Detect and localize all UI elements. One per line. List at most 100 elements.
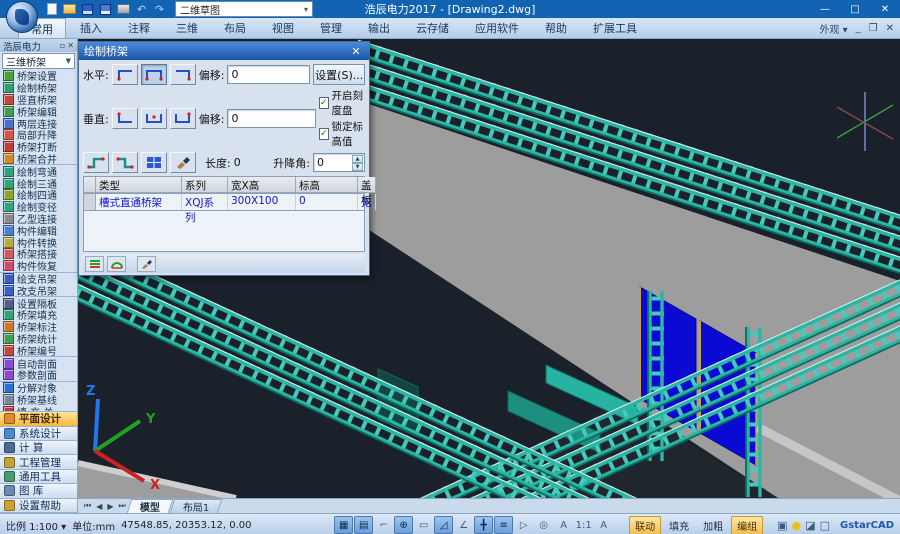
- step-up-button[interactable]: [83, 152, 109, 173]
- save-icon[interactable]: [80, 2, 95, 16]
- table-header-cell[interactable]: 类型: [96, 177, 182, 193]
- minimize-button[interactable]: —: [810, 0, 840, 18]
- maximize-button[interactable]: □: [840, 0, 870, 18]
- ribbon-tab[interactable]: 应用软件: [463, 18, 531, 38]
- palette-pin-icon[interactable]: ▫: [60, 41, 65, 50]
- offset-h-input[interactable]: 0: [227, 65, 310, 84]
- palette-close-icon[interactable]: ✕: [67, 41, 74, 50]
- grid-icon[interactable]: ▤: [354, 516, 373, 534]
- ribbon-tab[interactable]: 扩展工具: [581, 18, 649, 38]
- status-toggle[interactable]: 加粗: [697, 516, 729, 534]
- ortho-icon[interactable]: ⌐: [374, 516, 393, 534]
- open-file-icon[interactable]: [62, 2, 77, 16]
- fullscreen-icon[interactable]: □: [820, 519, 830, 532]
- next-tab-icon[interactable]: ▶: [105, 502, 115, 511]
- osnap-3d-icon[interactable]: ◿: [434, 516, 453, 534]
- cell-elevation[interactable]: 0: [296, 194, 358, 210]
- ribbon-tab[interactable]: 布局: [212, 18, 258, 38]
- clean-screen-icon[interactable]: ◪: [805, 519, 815, 532]
- doc-minimize-button[interactable]: _: [856, 23, 861, 34]
- table-header-cell[interactable]: 宽X高: [228, 177, 296, 193]
- table-header-cell[interactable]: 标高: [296, 177, 358, 193]
- palette-category[interactable]: 平面设计: [0, 411, 77, 426]
- step-down-button[interactable]: [112, 152, 138, 173]
- table-header-cell[interactable]: 系列: [182, 177, 228, 193]
- last-tab-icon[interactable]: ⏭: [117, 501, 128, 511]
- palette-item[interactable]: 改支吊架: [0, 284, 77, 296]
- redo-icon[interactable]: ↷: [152, 2, 167, 16]
- undo-icon[interactable]: ↶: [134, 2, 149, 16]
- spinner-arrows[interactable]: ▲▼: [352, 155, 363, 170]
- settings-button[interactable]: 设置(S)...: [313, 64, 365, 85]
- ribbon-tab[interactable]: 管理: [308, 18, 354, 38]
- new-file-icon[interactable]: [44, 2, 59, 16]
- dial-checkbox[interactable]: ✓ 开启刻度盘: [319, 88, 365, 118]
- palette-item[interactable]: 构件恢复: [0, 260, 77, 272]
- vert-align-right-button[interactable]: [170, 108, 196, 129]
- drawing-viewport[interactable]: Z Y X 绘制桥架 ✕ 水平:: [78, 39, 900, 498]
- status-toggle[interactable]: 联动: [629, 516, 661, 534]
- match-properties-brush-icon[interactable]: [170, 152, 196, 173]
- ribbon-tab[interactable]: 三维: [164, 18, 210, 38]
- autoscale-icon[interactable]: A: [594, 516, 613, 534]
- cell-size[interactable]: 300X100: [228, 194, 296, 210]
- first-tab-icon[interactable]: ⏮: [82, 501, 93, 511]
- quick-properties-icon[interactable]: ◎: [534, 516, 553, 534]
- ribbon-tab[interactable]: 插入: [68, 18, 114, 38]
- annotation-visibility-icon[interactable]: A: [554, 516, 573, 534]
- brush-tool-button[interactable]: [137, 256, 156, 272]
- layout1-tab[interactable]: 布局1: [169, 499, 222, 513]
- tray-type-table-row[interactable]: 槽式直通桥架 XQJ系列 300X100 0 无: [83, 194, 365, 211]
- palette-category[interactable]: 设置帮助: [0, 498, 77, 513]
- palette-category[interactable]: 工程管理: [0, 454, 77, 469]
- polar-tracking-icon[interactable]: ⊕: [394, 516, 413, 534]
- ribbon-tab[interactable]: 注释: [116, 18, 162, 38]
- table-header-cell[interactable]: 盖板: [358, 177, 376, 193]
- list-view-button[interactable]: [85, 256, 104, 272]
- snap-icon[interactable]: ▦: [334, 516, 353, 534]
- bulb-icon[interactable]: ●: [792, 519, 802, 532]
- doc-close-button[interactable]: ✕: [886, 23, 894, 34]
- grid-pick-button[interactable]: [141, 152, 167, 173]
- horiz-align-right-button[interactable]: [170, 64, 196, 85]
- cell-type[interactable]: 槽式直通桥架: [96, 194, 182, 210]
- dynamic-input-icon[interactable]: ≡: [494, 516, 513, 534]
- palette-category[interactable]: 通用工具: [0, 469, 77, 484]
- appearance-dropdown[interactable]: 外观 ▾: [819, 21, 847, 36]
- ribbon-tab[interactable]: 输出: [356, 18, 402, 38]
- save-as-icon[interactable]: [98, 2, 113, 16]
- prev-tab-icon[interactable]: ◀: [94, 502, 104, 511]
- palette-category[interactable]: 计 算: [0, 440, 77, 455]
- table-header-cell[interactable]: [84, 177, 96, 193]
- annotation-scale-icon[interactable]: 1:1: [574, 516, 593, 534]
- status-toggle[interactable]: 填充: [663, 516, 695, 534]
- palette-item[interactable]: 桥架合并: [0, 153, 77, 165]
- scale-selector[interactable]: 比例 1:100 ▾: [6, 518, 66, 533]
- ribbon-tab[interactable]: 云存储: [404, 18, 461, 38]
- palette-item[interactable]: 桥架编号: [0, 344, 77, 356]
- row-selector[interactable]: [84, 194, 96, 210]
- workspace-combo[interactable]: 二维草图 ▾: [175, 1, 313, 17]
- horiz-align-left-button[interactable]: [112, 64, 138, 85]
- cell-series[interactable]: XQJ系列: [182, 194, 228, 210]
- close-button[interactable]: ✕: [870, 0, 900, 18]
- vert-align-left-button[interactable]: [112, 108, 138, 129]
- offset-v-input[interactable]: 0: [227, 109, 316, 128]
- ribbon-tab[interactable]: 帮助: [533, 18, 579, 38]
- model-tab[interactable]: 模型: [126, 499, 173, 513]
- horiz-align-center-button[interactable]: [141, 64, 167, 85]
- dynamic-ucs-icon[interactable]: ╋: [474, 516, 493, 534]
- dialog-title-bar[interactable]: 绘制桥架 ✕: [79, 42, 369, 60]
- palette-group-combo[interactable]: 三维桥架 ▼: [2, 53, 75, 69]
- arc-view-button[interactable]: [107, 256, 126, 272]
- status-toggle[interactable]: 编组: [731, 516, 763, 534]
- print-icon[interactable]: [116, 2, 131, 16]
- dialog-close-icon[interactable]: ✕: [348, 45, 364, 58]
- ribbon-tab[interactable]: 视图: [260, 18, 306, 38]
- lineweight-icon[interactable]: ▷: [514, 516, 533, 534]
- osnap-icon[interactable]: ▭: [414, 516, 433, 534]
- palette-category[interactable]: 图 库: [0, 483, 77, 498]
- palette-item[interactable]: 参数剖面: [0, 369, 77, 381]
- workspace-switch-icon[interactable]: ▣: [777, 519, 787, 532]
- palette-category[interactable]: 系统设计: [0, 426, 77, 441]
